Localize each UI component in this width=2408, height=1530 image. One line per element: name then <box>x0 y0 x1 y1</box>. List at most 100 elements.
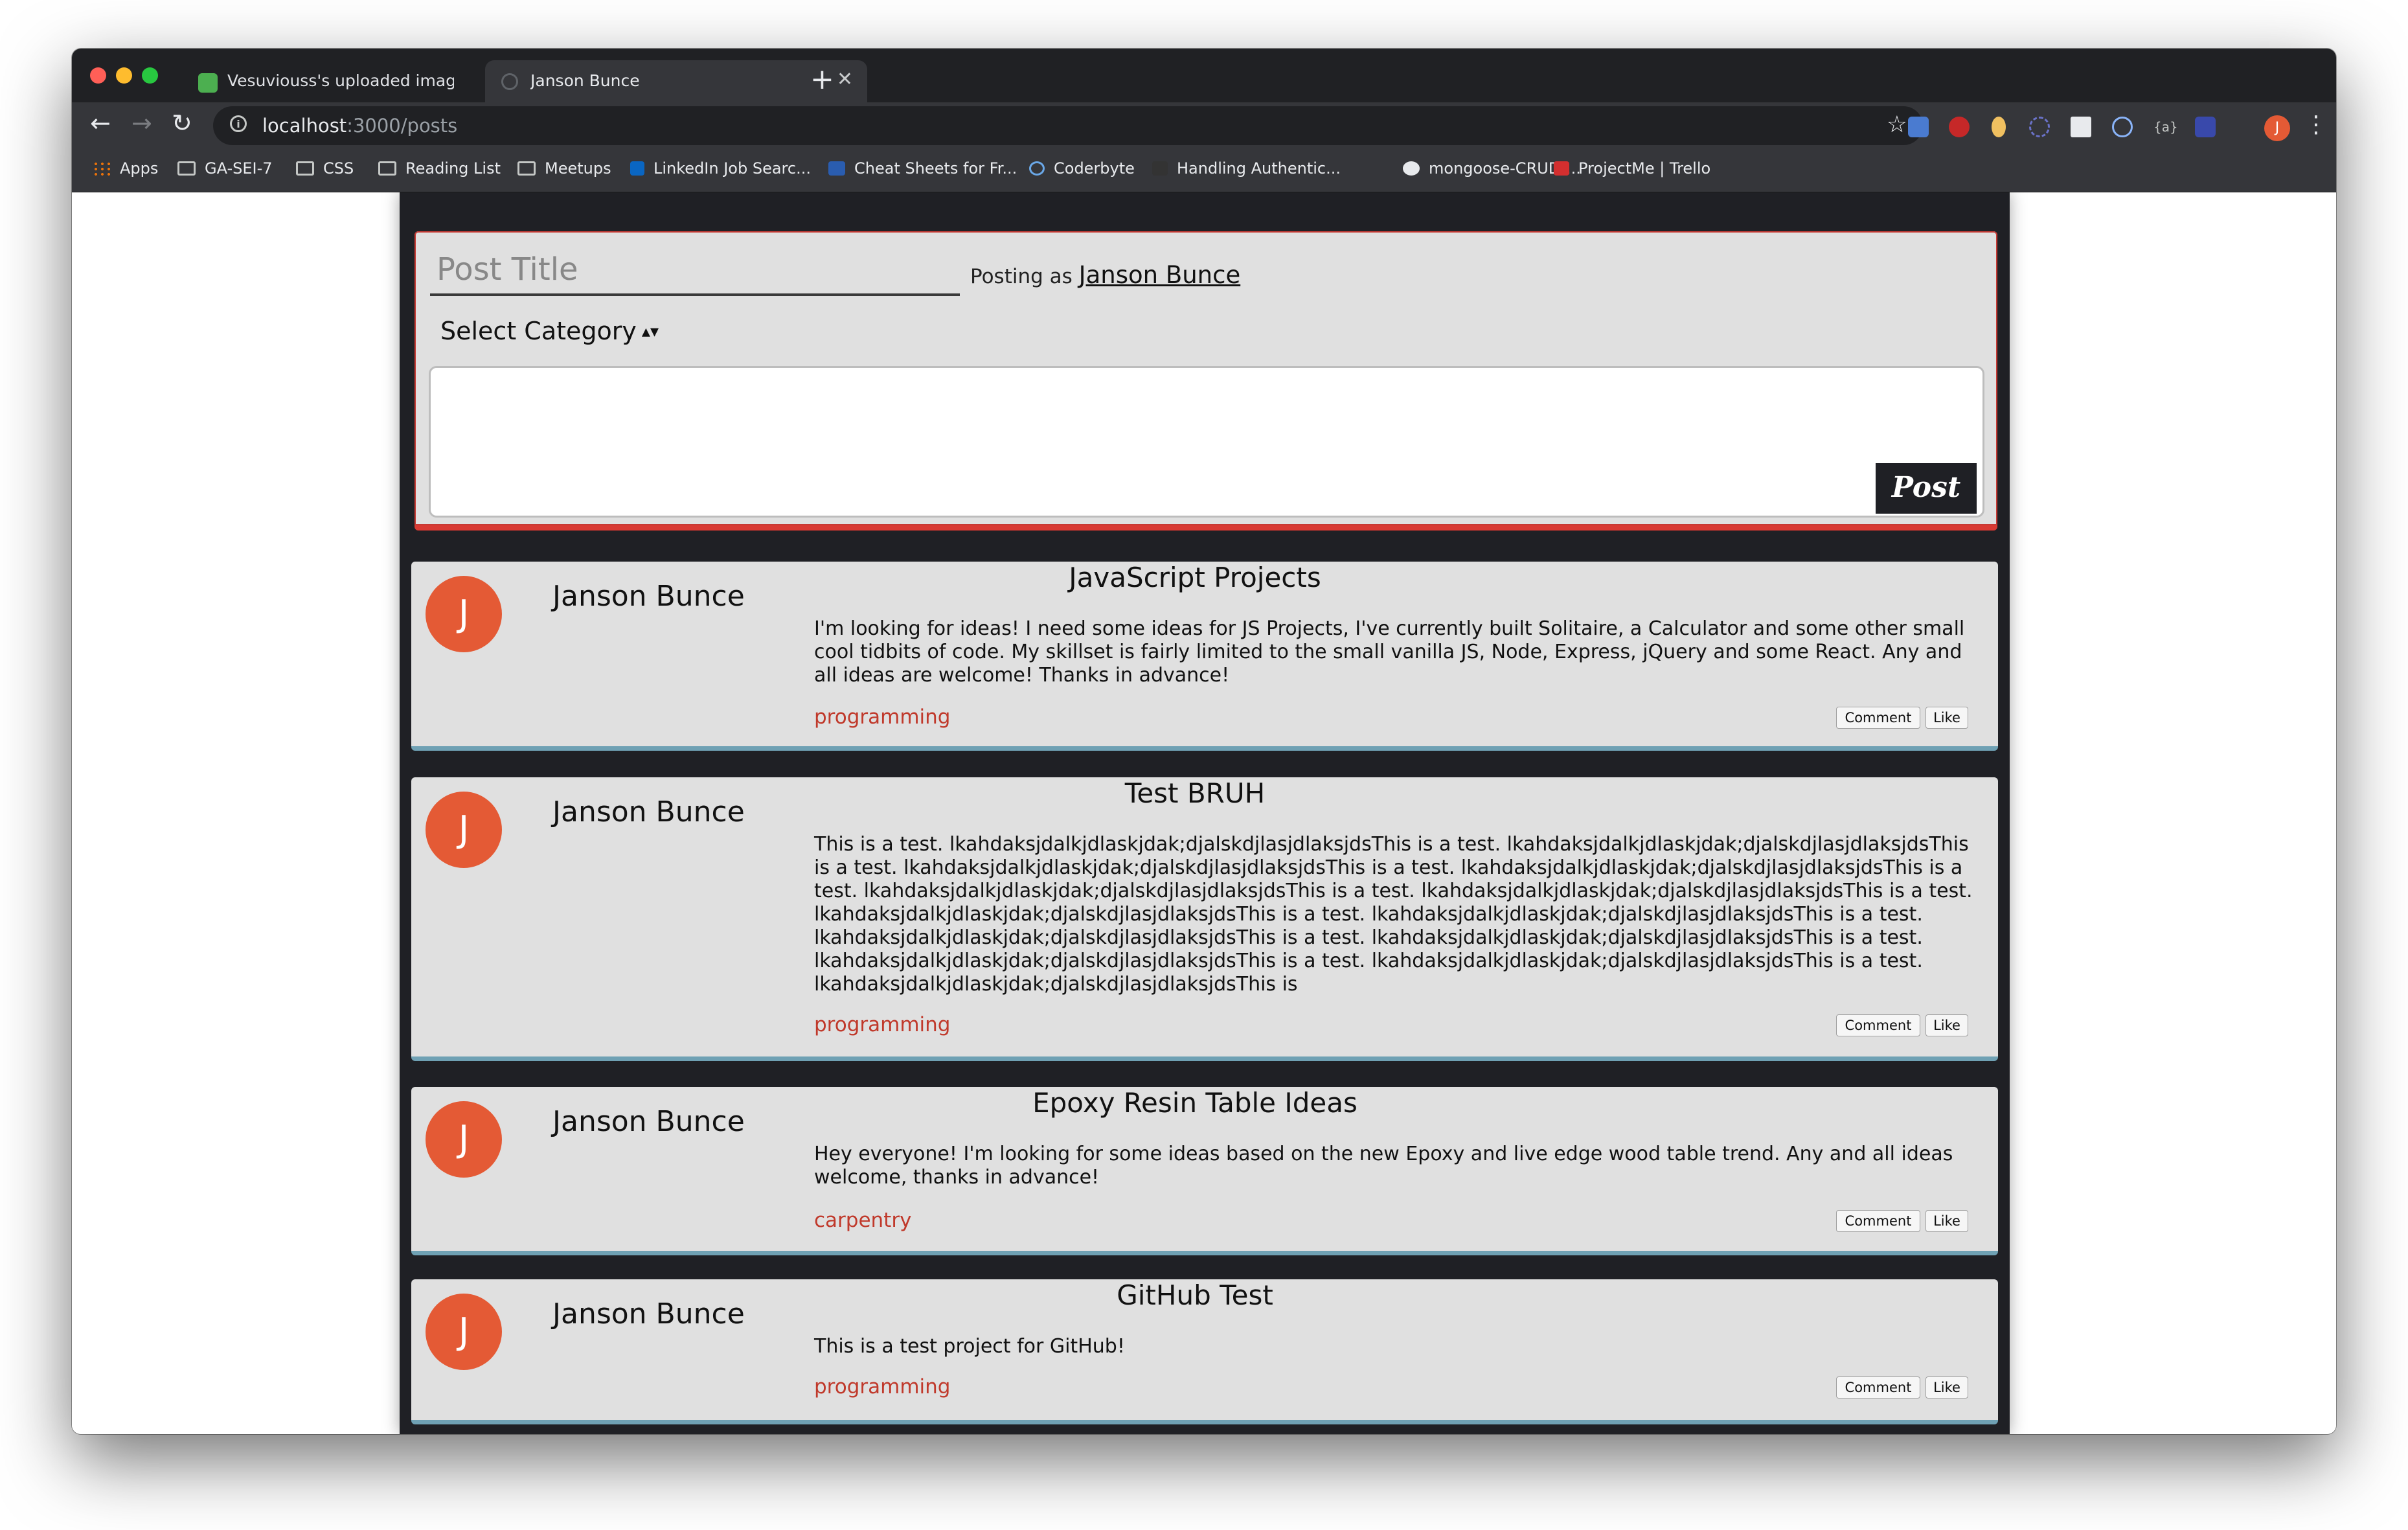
tab-strip: Vesuviouss's uploaded images - ✕ Janson … <box>72 49 2336 102</box>
coderbyte-icon <box>1029 161 1045 176</box>
bookmark-handling-auth[interactable]: Handling Authentic... <box>1152 159 1341 177</box>
new-post-form: Posting as Janson Bunce Select Category▴… <box>415 231 1997 531</box>
spinner-extension-icon[interactable] <box>2029 117 2050 137</box>
address-bar[interactable]: i localhost:3000/posts ☆ <box>213 106 1923 145</box>
fx-icon <box>828 161 845 176</box>
bookmark-label: Apps <box>120 159 159 177</box>
bookmark-label: Handling Authentic... <box>1177 159 1341 177</box>
post-author: Janson Bunce <box>552 580 745 613</box>
avatar: J <box>426 576 502 652</box>
camera-extension-icon[interactable] <box>1908 117 1929 137</box>
folder-icon <box>517 161 536 176</box>
folder-icon <box>177 161 196 176</box>
post-submit-button[interactable]: Post <box>1876 463 1977 514</box>
post-card: J Janson Bunce JavaScript Projects I'm l… <box>411 562 1998 751</box>
like-button[interactable]: Like <box>1925 707 1968 729</box>
bookmark-meetups[interactable]: Meetups <box>517 159 611 177</box>
url-host: localhost <box>262 115 347 137</box>
post-title-input[interactable] <box>430 245 960 296</box>
comment-button[interactable]: Comment <box>1836 707 1920 729</box>
apps-grid-icon <box>93 161 111 176</box>
post-card: J Janson Bunce GitHub Test This is a tes… <box>411 1279 1998 1424</box>
s-extension-icon[interactable] <box>2195 117 2216 137</box>
post-body: Hey everyone! I'm looking for some ideas… <box>814 1143 1953 1189</box>
bookmark-css[interactable]: CSS <box>296 159 354 177</box>
avatar: J <box>426 1101 502 1178</box>
posting-as-user-link[interactable]: Janson Bunce <box>1079 261 1241 289</box>
bookmark-label: Reading List <box>405 159 501 177</box>
post-category: carpentry <box>814 1209 912 1232</box>
post-body-textarea[interactable] <box>429 366 1984 518</box>
post-category: programming <box>814 1375 951 1399</box>
category-select[interactable]: Select Category ▴▾ <box>440 317 659 345</box>
post-card: J Janson Bunce Epoxy Resin Table Ideas H… <box>411 1087 1998 1255</box>
tab-title: Vesuviouss's uploaded images - <box>227 71 454 90</box>
bookmark-label: ProjectMe | Trello <box>1578 159 1711 177</box>
like-button[interactable]: Like <box>1925 1014 1968 1036</box>
new-tab-plus-icon[interactable]: + <box>810 63 834 96</box>
react-devtools-icon[interactable] <box>2112 117 2133 137</box>
info-icon[interactable]: i <box>230 115 247 132</box>
post-category: programming <box>814 1013 951 1036</box>
bookmark-star-icon[interactable]: ☆ <box>1887 111 1907 138</box>
github-icon <box>1403 161 1420 176</box>
bookmark-cheat-sheets[interactable]: Cheat Sheets for Fr... <box>828 159 1017 177</box>
post-title: JavaScript Projects <box>1069 562 1321 593</box>
post-category: programming <box>814 705 951 729</box>
avatar: J <box>426 1294 502 1370</box>
reload-icon[interactable]: ↻ <box>172 109 192 137</box>
comment-button[interactable]: Comment <box>1836 1210 1920 1232</box>
like-button[interactable]: Like <box>1925 1376 1968 1399</box>
posting-as: Posting as Janson Bunce <box>970 261 1240 289</box>
bookmark-label: GA-SEI-7 <box>205 159 273 177</box>
browser-window: Vesuviouss's uploaded images - ✕ Janson … <box>72 49 2336 1434</box>
post-title: GitHub Test <box>1117 1279 1273 1311</box>
bookmark-reading-list[interactable]: Reading List <box>378 159 501 177</box>
bookmark-ga-sei-7[interactable]: GA-SEI-7 <box>177 159 273 177</box>
fonts-extension-icon[interactable] <box>2071 117 2091 137</box>
bookmark-apps[interactable]: Apps <box>93 159 158 177</box>
bookmark-label: Coderbyte <box>1054 159 1135 177</box>
comment-button[interactable]: Comment <box>1836 1014 1920 1036</box>
posting-as-label: Posting as <box>970 265 1073 288</box>
bookmark-label: Cheat Sheets for Fr... <box>854 159 1017 177</box>
folder-icon <box>296 161 314 176</box>
post-body: This is a test project for GitHub! <box>814 1335 1125 1358</box>
category-select-label: Select Category <box>440 317 637 345</box>
post-body: I'm looking for ideas! I need some ideas… <box>814 617 1965 687</box>
bookmark-label: CSS <box>323 159 354 177</box>
post-card: J Janson Bunce Test BRUH This is a test.… <box>411 777 1998 1061</box>
maximize-window-button[interactable] <box>142 67 158 84</box>
bookmark-linkedin[interactable]: LinkedIn Job Searc... <box>630 159 811 177</box>
like-button[interactable]: Like <box>1925 1210 1968 1232</box>
minimize-window-button[interactable] <box>116 67 132 84</box>
post-author: Janson Bunce <box>552 1105 745 1138</box>
close-tab-icon[interactable]: ✕ <box>837 68 853 91</box>
select-arrows-icon: ▴▾ <box>641 322 659 341</box>
scotch-icon <box>1152 161 1168 176</box>
avatar: J <box>426 792 502 868</box>
comment-button[interactable]: Comment <box>1836 1376 1920 1399</box>
posts-column: Posting as Janson Bunce Select Category▴… <box>400 192 2010 1434</box>
more-menu-icon[interactable]: ⋮ <box>2304 111 2328 138</box>
linkedin-icon <box>630 161 644 176</box>
forward-arrow-icon[interactable]: → <box>131 109 152 137</box>
close-window-button[interactable] <box>90 67 106 84</box>
bookmark-label: LinkedIn Job Searc... <box>653 159 811 177</box>
bookmark-coderbyte[interactable]: Coderbyte <box>1029 159 1135 177</box>
browser-toolbar: ← → ↻ i localhost:3000/posts ☆ {a} J ⋮ <box>72 102 2336 152</box>
tab-title: Janson Bunce <box>530 71 640 90</box>
extension-icon[interactable] <box>1992 117 2006 137</box>
bookmark-trello[interactable]: ProjectMe | Trello <box>1554 159 1710 177</box>
url-path: :3000/posts <box>346 115 458 137</box>
post-author: Janson Bunce <box>552 1297 745 1330</box>
profile-avatar[interactable]: J <box>2264 115 2290 141</box>
back-arrow-icon[interactable]: ← <box>90 109 111 137</box>
json-extension-icon[interactable]: {a} <box>2153 117 2178 137</box>
bookmark-label: Meetups <box>545 159 611 177</box>
post-body: This is a test. lkahdaksjdalkjdlaskjdak;… <box>814 833 1973 996</box>
url-text[interactable]: localhost:3000/posts <box>262 115 457 137</box>
adblock-plus-icon[interactable] <box>1949 117 1970 137</box>
globe-favicon-icon <box>501 73 518 90</box>
image-host-favicon-icon <box>198 73 218 93</box>
